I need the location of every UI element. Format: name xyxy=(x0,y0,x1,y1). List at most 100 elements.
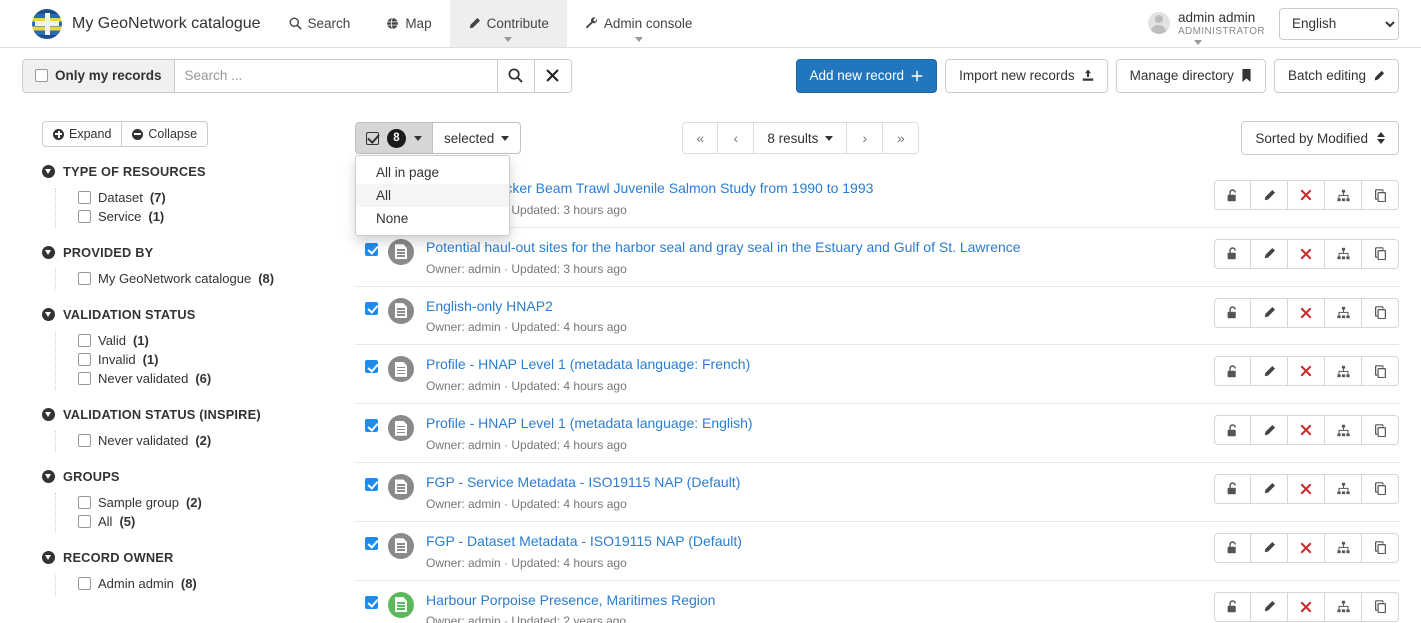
facet-option-never-validated[interactable]: Never validated (6) xyxy=(78,369,355,388)
user-menu[interactable]: admin admin ADMINISTRATOR xyxy=(1147,10,1265,45)
record-select-checkbox[interactable] xyxy=(365,536,378,550)
language-select[interactable]: English xyxy=(1279,7,1399,40)
facet-header-groups[interactable]: GROUPS xyxy=(42,469,355,484)
manage-directory-button[interactable]: Manage directory xyxy=(1115,58,1266,93)
delete-x-icon-button[interactable] xyxy=(1288,180,1325,210)
table-row[interactable]: Profile - HNAP Level 1 (metadata languag… xyxy=(355,403,1399,462)
duplicate-icon-button[interactable] xyxy=(1362,473,1399,504)
delete-x-icon-button[interactable] xyxy=(1288,591,1325,622)
sitemap-icon-button[interactable] xyxy=(1325,356,1362,387)
record-select-checkbox[interactable] xyxy=(365,360,378,374)
table-row[interactable]: FGP - Service Metadata - ISO19115 NAP (D… xyxy=(355,461,1399,521)
edit-pencil-icon-button[interactable] xyxy=(1251,473,1288,504)
facet-checkbox[interactable] xyxy=(78,210,91,223)
facet-checkbox[interactable] xyxy=(78,334,91,347)
facet-checkbox[interactable] xyxy=(78,272,91,285)
facet-option-valid[interactable]: Valid (1) xyxy=(78,331,355,350)
record-title-link[interactable]: Potential haul-out sites for the harbor … xyxy=(426,239,1021,256)
facet-header-validation-status-inspire[interactable]: VALIDATION STATUS (INSPIRE) xyxy=(42,407,355,422)
facet-header-record-owner[interactable]: RECORD OWNER xyxy=(42,550,355,565)
pager-last-button[interactable]: » xyxy=(883,122,920,154)
delete-x-icon-button[interactable] xyxy=(1288,532,1325,563)
facet-checkbox[interactable] xyxy=(78,577,91,590)
duplicate-icon-button[interactable] xyxy=(1362,532,1399,563)
duplicate-icon-button[interactable] xyxy=(1362,356,1399,387)
unlock-icon-button[interactable] xyxy=(1214,297,1251,328)
table-row[interactable]: Harbour Porpoise Presence, Maritimes Reg… xyxy=(355,579,1399,623)
record-title-link[interactable]: FGP - Service Metadata - ISO19115 NAP (D… xyxy=(426,474,740,491)
table-row[interactable]: FGP - Dataset Metadata - ISO19115 NAP (D… xyxy=(355,520,1399,580)
dropdown-item-all[interactable]: All xyxy=(356,184,509,207)
facet-option-never-validated-inspire[interactable]: Never validated (2) xyxy=(78,431,355,450)
record-title-link[interactable]: English-only HNAP2 xyxy=(426,298,553,315)
unlock-icon-button[interactable] xyxy=(1214,238,1251,269)
delete-x-icon-button[interactable] xyxy=(1288,473,1325,504)
facet-option-dataset[interactable]: Dataset (7) xyxy=(78,188,355,207)
nav-item-contribute[interactable]: Contribute xyxy=(449,0,567,47)
delete-x-icon-button[interactable] xyxy=(1288,297,1325,328)
nav-item-admin-console[interactable]: Admin console xyxy=(567,0,711,47)
facet-checkbox[interactable] xyxy=(78,434,91,447)
table-row[interactable]: Program - Ricker Beam Trawl Juvenile Sal… xyxy=(355,169,1399,227)
edit-pencil-icon-button[interactable] xyxy=(1251,297,1288,328)
sitemap-icon-button[interactable] xyxy=(1325,591,1362,622)
pager-prev-button[interactable]: ‹ xyxy=(718,122,755,154)
sitemap-icon-button[interactable] xyxy=(1325,180,1362,210)
record-title-link[interactable]: Profile - HNAP Level 1 (metadata languag… xyxy=(426,415,753,432)
unlock-icon-button[interactable] xyxy=(1214,473,1251,504)
only-my-records-toggle[interactable]: Only my records xyxy=(23,59,175,92)
record-select-checkbox[interactable] xyxy=(365,242,378,256)
facet-option-admin-admin[interactable]: Admin admin (8) xyxy=(78,574,355,593)
facet-header-validation-status[interactable]: VALIDATION STATUS xyxy=(42,307,355,322)
sitemap-icon-button[interactable] xyxy=(1325,238,1362,269)
sort-dropdown-button[interactable]: Sorted by Modified xyxy=(1241,121,1399,155)
delete-x-icon-button[interactable] xyxy=(1288,356,1325,387)
facet-checkbox[interactable] xyxy=(78,515,91,528)
record-title-link[interactable]: Profile - HNAP Level 1 (metadata languag… xyxy=(426,356,750,373)
table-row[interactable]: English-only HNAP2 Owner: admin · Update… xyxy=(355,285,1399,345)
dropdown-item-all-in-page[interactable]: All in page xyxy=(356,161,509,184)
unlock-icon-button[interactable] xyxy=(1214,415,1251,446)
duplicate-icon-button[interactable] xyxy=(1362,415,1399,446)
facet-checkbox[interactable] xyxy=(78,191,91,204)
facet-checkbox[interactable] xyxy=(78,353,91,366)
edit-pencil-icon-button[interactable] xyxy=(1251,532,1288,563)
select-all-dropdown-button[interactable]: 8 xyxy=(355,122,433,154)
pager-results-count-dropdown[interactable]: 8 results xyxy=(754,122,848,154)
brand[interactable]: My GeoNetwork catalogue xyxy=(0,0,271,47)
search-button[interactable] xyxy=(496,59,534,92)
facet-checkbox[interactable] xyxy=(78,496,91,509)
nav-item-search[interactable]: Search xyxy=(271,0,369,47)
record-select-checkbox[interactable] xyxy=(365,301,378,315)
edit-pencil-icon-button[interactable] xyxy=(1251,238,1288,269)
duplicate-icon-button[interactable] xyxy=(1362,180,1399,210)
pager-first-button[interactable]: « xyxy=(682,122,719,154)
edit-pencil-icon-button[interactable] xyxy=(1251,415,1288,446)
delete-x-icon-button[interactable] xyxy=(1288,415,1325,446)
duplicate-icon-button[interactable] xyxy=(1362,297,1399,328)
record-select-checkbox[interactable] xyxy=(365,419,378,433)
duplicate-icon-button[interactable] xyxy=(1362,238,1399,269)
dropdown-item-none[interactable]: None xyxy=(356,207,509,230)
nav-item-map[interactable]: Map xyxy=(368,0,449,47)
import-new-records-button[interactable]: Import new records xyxy=(945,58,1108,93)
edit-pencil-icon-button[interactable] xyxy=(1251,591,1288,622)
batch-editing-button[interactable]: Batch editing xyxy=(1273,58,1399,93)
facet-header-provided-by[interactable]: PROVIDED BY xyxy=(42,245,355,260)
record-select-checkbox[interactable] xyxy=(365,595,378,609)
collapse-all-button[interactable]: Collapse xyxy=(122,121,209,147)
facet-option-my-geonetwork-catalogue[interactable]: My GeoNetwork catalogue (8) xyxy=(78,269,355,288)
sitemap-icon-button[interactable] xyxy=(1325,415,1362,446)
record-title-link[interactable]: FGP - Dataset Metadata - ISO19115 NAP (D… xyxy=(426,533,742,550)
facet-option-sample-group[interactable]: Sample group (2) xyxy=(78,493,355,512)
delete-x-icon-button[interactable] xyxy=(1288,238,1325,269)
facet-option-all[interactable]: All (5) xyxy=(78,512,355,531)
facet-checkbox[interactable] xyxy=(78,372,91,385)
sitemap-icon-button[interactable] xyxy=(1325,297,1362,328)
only-my-records-checkbox[interactable] xyxy=(35,69,48,82)
sitemap-icon-button[interactable] xyxy=(1325,473,1362,504)
unlock-icon-button[interactable] xyxy=(1214,180,1251,210)
search-input[interactable] xyxy=(174,59,497,92)
facet-header-type-of-resources[interactable]: TYPE OF RESOURCES xyxy=(42,164,355,179)
sitemap-icon-button[interactable] xyxy=(1325,532,1362,563)
